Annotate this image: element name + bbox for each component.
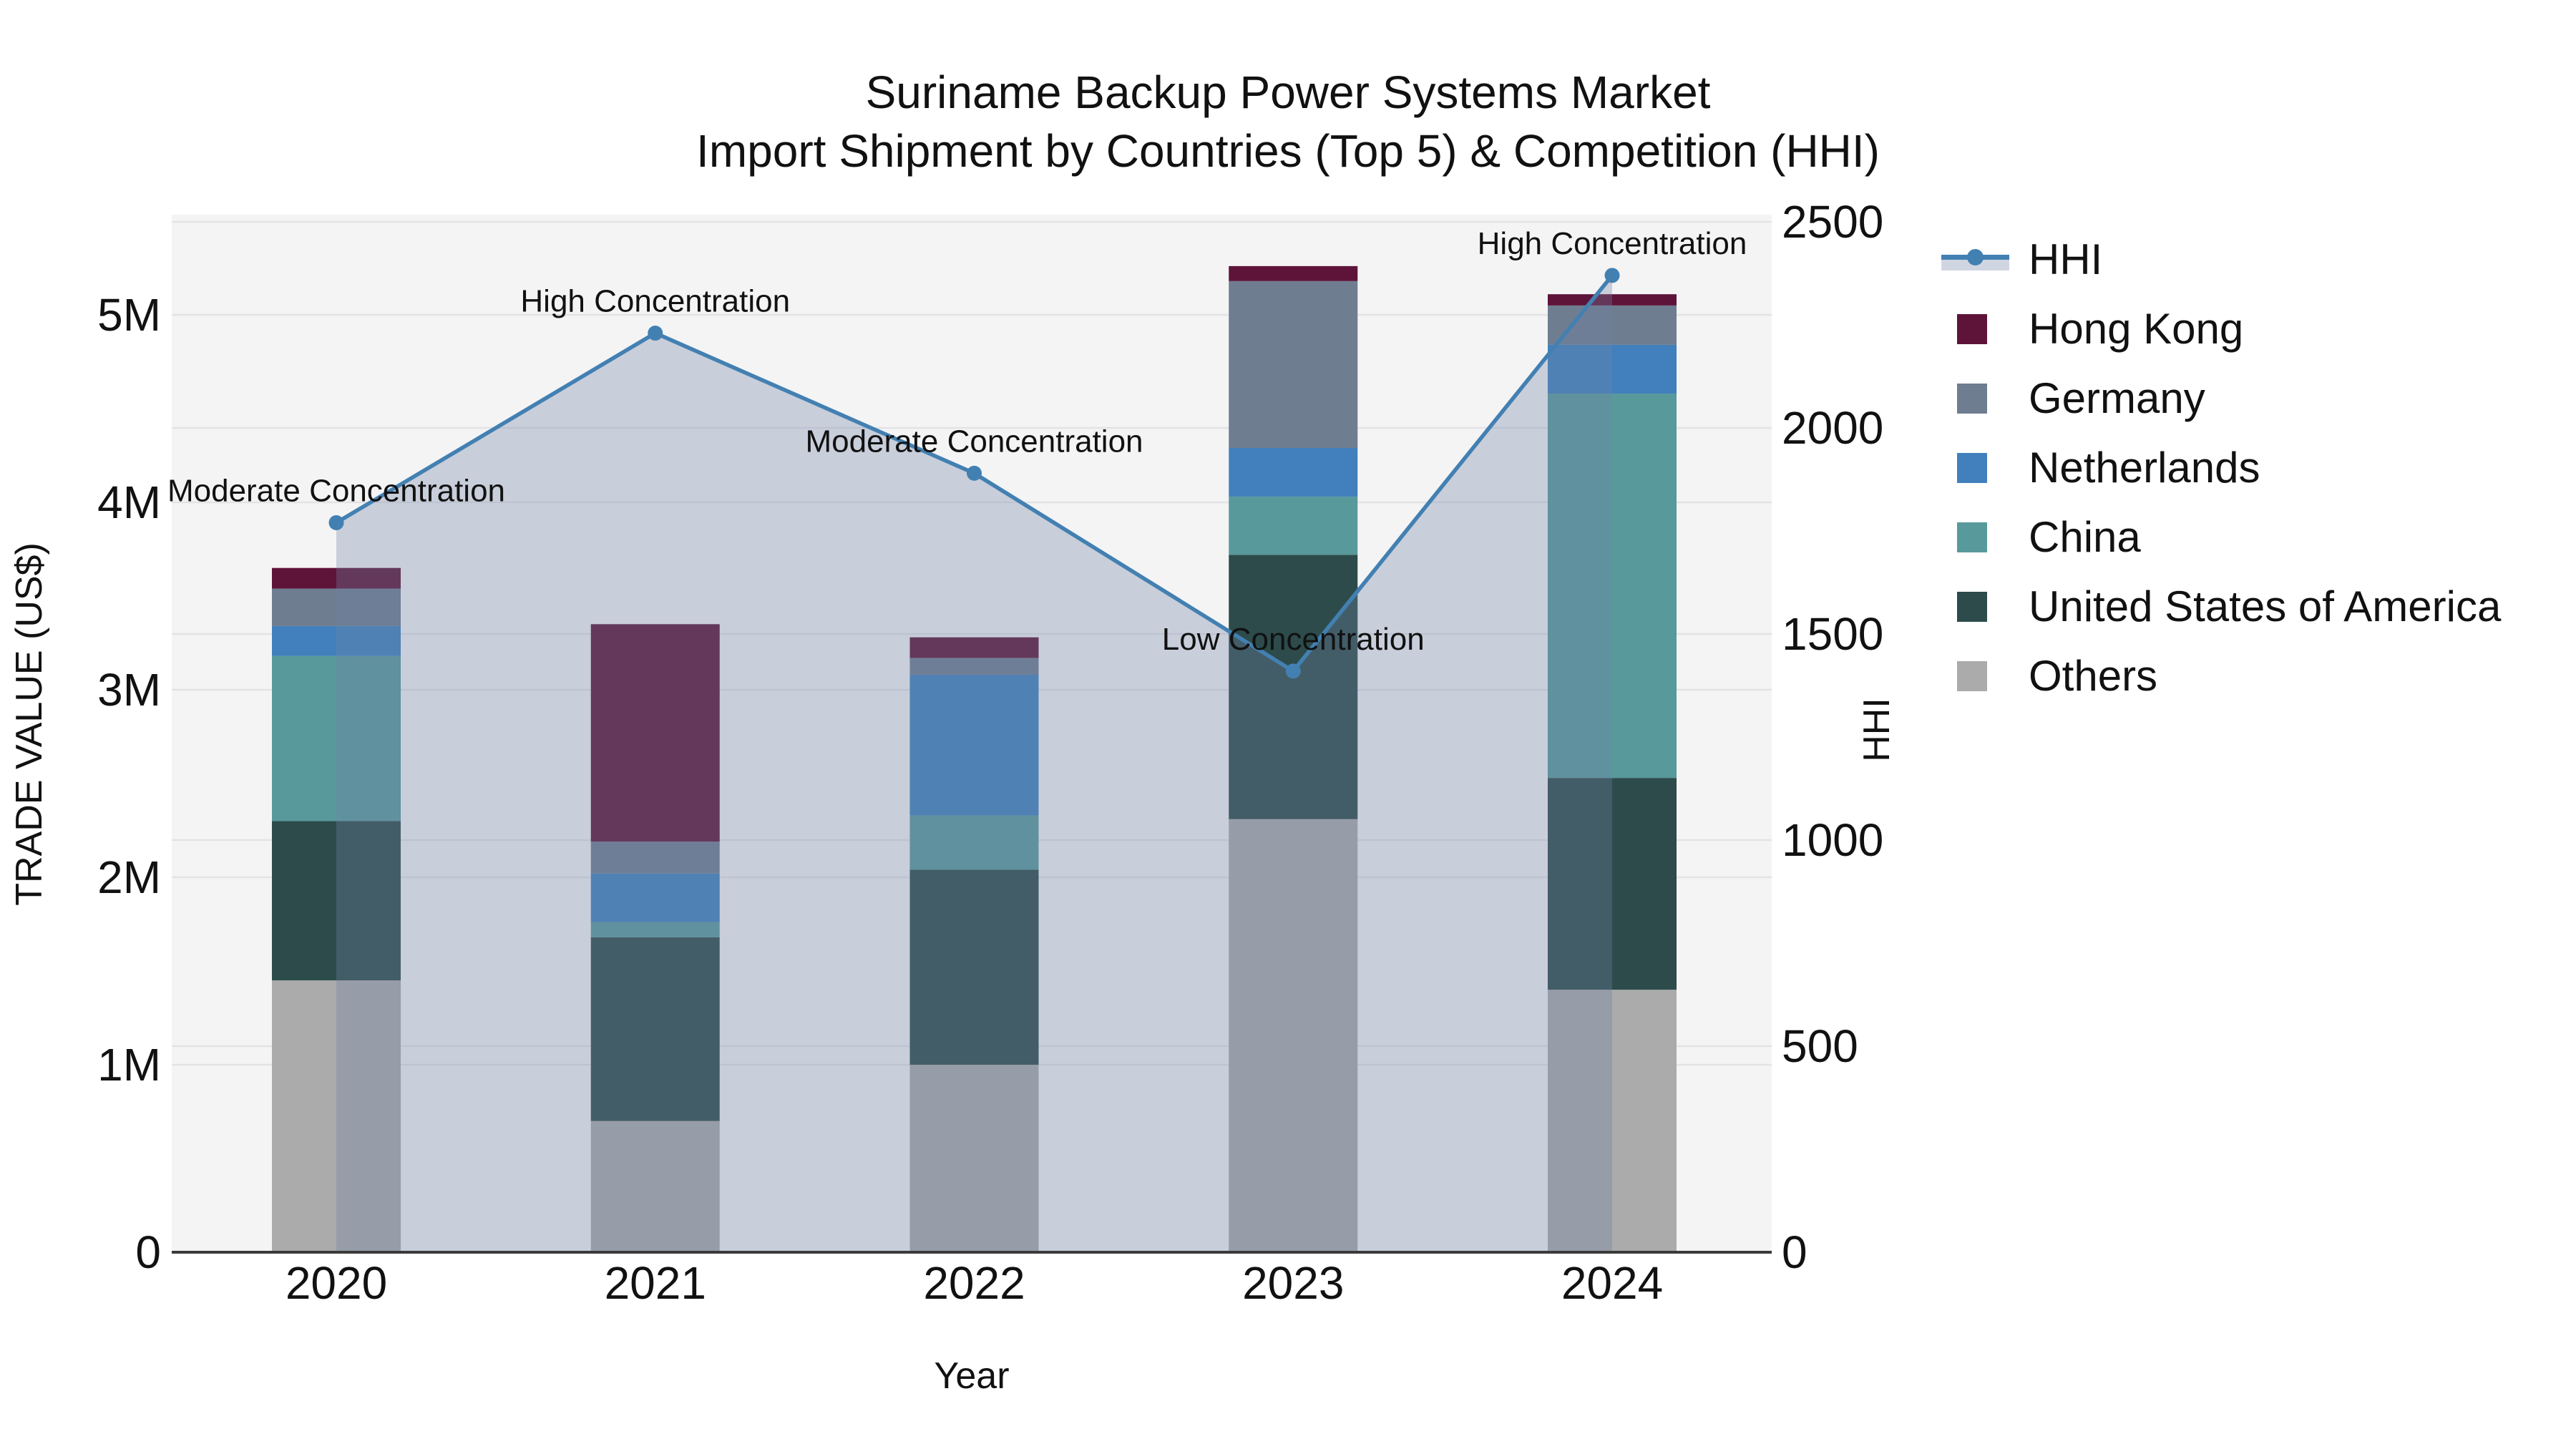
hhi-marker-2022 <box>967 465 982 481</box>
bar-segment-china-2023 <box>1229 497 1358 555</box>
legend-label: China <box>2029 513 2141 561</box>
y-right-tick-1000: 1000 <box>1782 814 1883 866</box>
color-swatch <box>1957 660 1987 691</box>
x-tick-2022: 2022 <box>923 1257 1025 1309</box>
legend-item-hhi: HHI <box>1934 225 2501 294</box>
legend-item-germany: Germany <box>1934 364 2501 433</box>
hhi-marker-2020 <box>328 514 344 530</box>
legend-hhi-line-icon <box>1934 248 2019 272</box>
legend-color-swatch-icon <box>1934 452 2019 483</box>
color-swatch <box>1957 591 1987 622</box>
chart-title-line2: Import Shipment by Countries (Top 5) & C… <box>696 125 1880 177</box>
color-swatch <box>1957 383 1987 414</box>
x-tick-2024: 2024 <box>1561 1257 1663 1309</box>
legend-item-united-states-of-america: United States of America <box>1934 572 2501 641</box>
y-right-axis-title: HHI <box>1856 698 1898 762</box>
chart-title-line1: Suriname Backup Power Systems Market <box>865 67 1711 118</box>
annotation-2023: Low Concentration <box>1162 622 1425 657</box>
legend-label: Others <box>2029 652 2158 700</box>
x-tick-2023: 2023 <box>1242 1257 1344 1309</box>
legend-item-hong-kong: Hong Kong <box>1934 294 2501 364</box>
legend-color-swatch-icon <box>1934 522 2019 552</box>
color-swatch <box>1957 452 1987 483</box>
legend-item-netherlands: Netherlands <box>1934 433 2501 502</box>
legend-item-others: Others <box>1934 641 2501 711</box>
chart-title: Suriname Backup Power Systems Market Imp… <box>0 63 2576 180</box>
legend-label: Hong Kong <box>2029 305 2244 353</box>
legend-color-swatch-icon <box>1934 591 2019 622</box>
y-left-tick-2M: 2M <box>97 852 161 903</box>
hhi-marker-2023 <box>1285 663 1301 679</box>
y-right-tick-0: 0 <box>1782 1226 1807 1278</box>
legend-label: HHI <box>2029 235 2103 283</box>
color-swatch <box>1957 313 1987 344</box>
annotation-2021: High Concentration <box>520 284 790 319</box>
legend-label: United States of America <box>2029 582 2502 630</box>
legend-label: Netherlands <box>2029 444 2260 492</box>
hhi-marker-2021 <box>648 326 663 341</box>
y-right-tick-1500: 1500 <box>1782 608 1883 660</box>
hhi-swatch-dot <box>1967 248 1984 265</box>
legend-label: Germany <box>2029 374 2205 422</box>
y-left-tick-5M: 5M <box>97 289 161 341</box>
chart-canvas: 0 1M 2M 3M 4M 5M 0 500 1000 1500 2000 2500 2020 2021 2… <box>9 196 1898 1397</box>
y-left-axis-title: TRADE VALUE (US$) <box>9 542 50 906</box>
legend-color-swatch-icon <box>1934 383 2019 414</box>
hhi-marker-2024 <box>1604 268 1620 283</box>
bar-segment-germany-2023 <box>1229 280 1358 449</box>
hhi-line-swatch <box>1941 248 2009 272</box>
y-left-tick-4M: 4M <box>97 477 161 528</box>
bar-segment-hong-kong-2023 <box>1229 265 1358 281</box>
x-tick-2020: 2020 <box>286 1257 387 1309</box>
annotation-2022: Moderate Concentration <box>805 424 1143 459</box>
bar-segment-netherlands-2023 <box>1229 448 1358 497</box>
legend: HHI Hong Kong Germany Netherlands China Unite… <box>1934 225 2501 711</box>
legend-color-swatch-icon <box>1934 660 2019 691</box>
legend-item-china: China <box>1934 502 2501 572</box>
y-left-tick-1M: 1M <box>97 1039 161 1091</box>
y-right-tick-2500: 2500 <box>1782 196 1883 248</box>
y-left-tick-3M: 3M <box>97 664 161 716</box>
y-left-tick-0: 0 <box>135 1226 161 1278</box>
x-axis-title: Year <box>934 1355 1009 1397</box>
color-swatch <box>1957 522 1987 552</box>
y-right-tick-2000: 2000 <box>1782 402 1883 454</box>
annotation-2020: Moderate Concentration <box>167 473 505 508</box>
y-right-tick-500: 500 <box>1782 1020 1858 1072</box>
annotation-2024: High Concentration <box>1478 226 1747 261</box>
legend-color-swatch-icon <box>1934 313 2019 344</box>
chart-figure: 0 1M 2M 3M 4M 5M 0 500 1000 1500 2000 2500 2020 2021 2… <box>0 0 2576 1449</box>
x-tick-2021: 2021 <box>605 1257 706 1309</box>
